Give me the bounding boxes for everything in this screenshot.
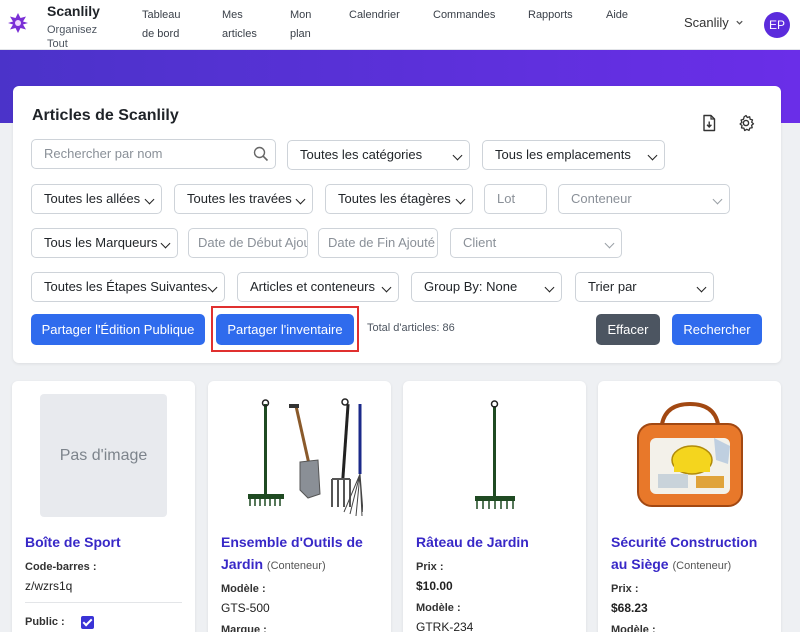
group-by-select-value: Group By: None (424, 279, 518, 294)
sort-select-value: Trier par (588, 279, 637, 294)
garden-rake-image (475, 400, 515, 509)
account-name: Scanlily (684, 15, 729, 30)
item-type-select-value: Articles et conteneurs (250, 279, 376, 294)
container-select[interactable]: Conteneur (558, 184, 730, 214)
gear-icon[interactable] (737, 114, 755, 132)
price-value: $10.00 (416, 579, 453, 593)
barcode-value: z/wzrs1q (25, 579, 73, 593)
price-value: $68.23 (611, 601, 648, 615)
bay-select[interactable]: Toutes les travées (174, 184, 313, 214)
chevron-down-icon (452, 150, 463, 161)
nav-link-my-plan[interactable]: Mon plan (290, 6, 325, 44)
brand[interactable]: Scanlily Organisez Tout (47, 3, 107, 51)
client-select-placeholder: Client (463, 235, 497, 250)
clear-button[interactable]: Effacer (596, 314, 660, 345)
chevron-down-icon (144, 194, 155, 205)
nav-link-dashboard[interactable]: Tableau de bord (142, 6, 192, 44)
container-tag: (Conteneur) (266, 560, 326, 572)
nav-link-calendar[interactable]: Calendrier (349, 6, 400, 25)
public-checkbox[interactable] (81, 616, 94, 629)
brand-label: Marque : (221, 624, 267, 632)
page-title: Articles de Scanlily (32, 107, 179, 124)
barcode-label: Code-barres : (25, 561, 97, 573)
category-select[interactable]: Toutes les catégories (287, 140, 470, 170)
avatar[interactable]: EP (764, 12, 790, 38)
model-label: Modèle : (611, 624, 656, 632)
price-label: Prix : (611, 583, 639, 595)
lot-input[interactable]: Lot (484, 184, 547, 214)
item-title-link[interactable]: Boîte de Sport (25, 531, 185, 553)
item-title-link[interactable]: Râteau de Jardin (416, 531, 576, 553)
container-tag: (Conteneur) (672, 560, 732, 572)
group-by-select[interactable]: Group By: None (411, 272, 562, 302)
marker-select[interactable]: Tous les Marqueurs (31, 228, 178, 258)
filter-panel: Articles de Scanlily Rechercher par nom … (13, 86, 781, 363)
item-type-select[interactable]: Articles et conteneurs (237, 272, 399, 302)
price-label: Prix : (416, 561, 444, 573)
nav-link-help[interactable]: Aide (606, 6, 628, 25)
shelf-select[interactable]: Toutes les étagères (325, 184, 473, 214)
model-label: Modèle : (416, 602, 461, 614)
chevron-down-icon (712, 194, 723, 205)
search-button[interactable]: Rechercher (672, 314, 762, 345)
container-select-placeholder: Conteneur (571, 191, 632, 206)
scanlily-logo-icon[interactable] (8, 13, 28, 33)
end-date-input[interactable]: Date de Fin Ajouté (318, 228, 438, 258)
nav-link-my-items[interactable]: Mes articles (222, 6, 267, 44)
public-label: Public : (25, 616, 65, 628)
search-input-placeholder: Rechercher par nom (44, 146, 163, 161)
chevron-down-icon (455, 194, 466, 205)
share-inventory-button[interactable]: Partager l'inventaire (216, 314, 354, 345)
model-value: GTRK-234 (416, 620, 474, 632)
account-dropdown[interactable]: Scanlily (684, 15, 744, 30)
sort-select[interactable]: Trier par (575, 272, 714, 302)
chevron-down-icon (736, 20, 744, 25)
export-file-icon[interactable] (700, 114, 718, 132)
bay-select-value: Toutes les travées (187, 191, 292, 206)
nav-link-reports[interactable]: Rapports (528, 6, 573, 25)
item-card[interactable]: Pas d'image Boîte de Sport Code-barres :… (12, 381, 195, 632)
item-card[interactable]: Râteau de Jardin Prix : $10.00 Modèle : … (403, 381, 586, 632)
category-select-value: Toutes les catégories (300, 147, 423, 162)
chevron-down-icon (207, 282, 218, 293)
next-step-select-value: Toutes les Étapes Suivantes (44, 279, 208, 294)
aisle-select-value: Toutes les allées (44, 191, 141, 206)
nav-link-orders[interactable]: Commandes (433, 6, 495, 25)
start-date-input[interactable]: Date de Début Ajouté (188, 228, 308, 258)
item-title-link[interactable]: Sécurité Construction au Siège (Conteneu… (611, 531, 771, 577)
location-select-value: Tous les emplacements (495, 147, 631, 162)
total-items-count: Total d'articles: 86 (367, 322, 455, 334)
item-card[interactable]: Ensemble d'Outils de Jardin (Conteneur) … (208, 381, 391, 632)
safety-kit-image (637, 401, 743, 507)
top-navbar: Scanlily Organisez Tout Tableau de bord … (0, 0, 800, 50)
chevron-down-icon (647, 150, 658, 161)
brand-name: Scanlily (47, 3, 100, 19)
search-input[interactable]: Rechercher par nom (31, 139, 276, 169)
chevron-down-icon (160, 238, 171, 249)
chevron-down-icon (604, 238, 615, 249)
card-divider (25, 602, 182, 603)
shelf-select-value: Toutes les étagères (338, 191, 451, 206)
item-title-link[interactable]: Ensemble d'Outils de Jardin (Conteneur) (221, 531, 381, 577)
model-label: Modèle : (221, 583, 266, 595)
chevron-down-icon (696, 282, 707, 293)
aisle-select[interactable]: Toutes les allées (31, 184, 162, 214)
item-card[interactable]: Sécurité Construction au Siège (Conteneu… (598, 381, 781, 632)
chevron-down-icon (381, 282, 392, 293)
location-select[interactable]: Tous les emplacements (482, 140, 665, 170)
garden-tools-image (248, 398, 363, 517)
search-icon (253, 146, 269, 162)
brand-tagline: Organisez Tout (47, 24, 98, 50)
chevron-down-icon (544, 282, 555, 293)
share-public-edit-button[interactable]: Partager l'Édition Publique (31, 314, 205, 345)
chevron-down-icon (295, 194, 306, 205)
no-image-placeholder: Pas d'image (40, 394, 167, 517)
model-value: GTS-500 (221, 601, 270, 615)
marker-select-value: Tous les Marqueurs (44, 235, 158, 250)
client-select[interactable]: Client (450, 228, 622, 258)
next-step-select[interactable]: Toutes les Étapes Suivantes (31, 272, 225, 302)
